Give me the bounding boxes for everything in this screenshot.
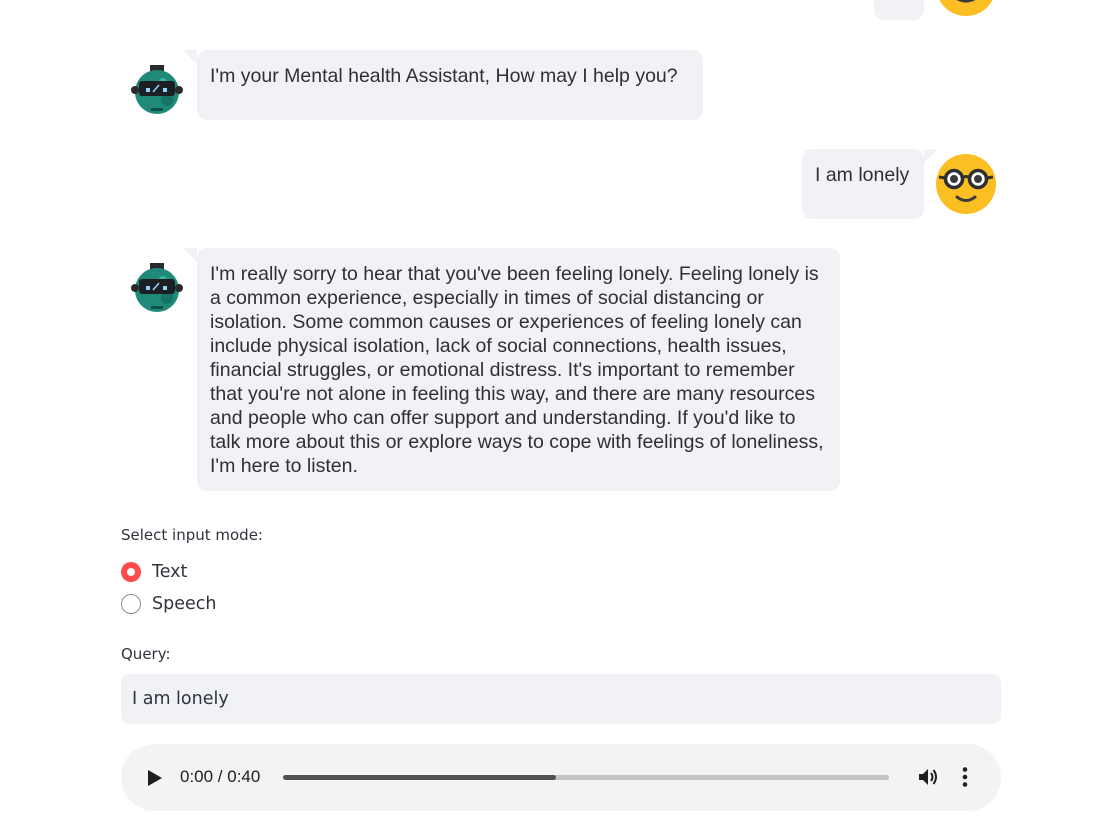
play-icon[interactable] xyxy=(147,769,163,787)
assistant-message: I'm really sorry to hear that you've bee… xyxy=(183,248,840,491)
audio-time: 0:00 / 0:40 xyxy=(180,767,261,786)
user-avatar-icon xyxy=(939,0,993,16)
audio-progress-fill xyxy=(283,775,556,780)
message-text: I'm your Mental health Assistant, How ma… xyxy=(210,65,678,87)
radio-label: Text xyxy=(152,562,188,582)
previous-user-bubble xyxy=(874,0,924,20)
radio-selected-icon[interactable] xyxy=(121,562,141,582)
radio-option-text[interactable]: Text xyxy=(121,560,187,584)
chat-page: I'm your Mental health Assistant, How ma… xyxy=(0,0,1101,822)
message-text: I am lonely xyxy=(815,164,910,186)
user-message: I am lonely xyxy=(802,149,938,219)
bot-avatar-icon xyxy=(131,263,183,312)
radio-option-speech[interactable]: Speech xyxy=(121,592,216,616)
query-input[interactable] xyxy=(121,674,1001,724)
input-mode-label: Select input mode: xyxy=(121,526,263,544)
bot-avatar-icon xyxy=(131,65,183,114)
user-avatar-icon xyxy=(936,154,996,214)
radio-unselected-icon[interactable] xyxy=(121,594,141,614)
audio-progress-slider[interactable] xyxy=(283,775,889,780)
query-label: Query: xyxy=(121,645,171,663)
radio-label: Speech xyxy=(152,594,217,614)
more-vertical-icon[interactable] xyxy=(961,766,969,788)
audio-player: 0:00 / 0:40 xyxy=(121,744,1001,811)
message-text: I'm really sorry to hear that you've bee… xyxy=(210,263,824,477)
assistant-message: I'm your Mental health Assistant, How ma… xyxy=(183,50,703,120)
volume-icon[interactable] xyxy=(917,766,939,788)
